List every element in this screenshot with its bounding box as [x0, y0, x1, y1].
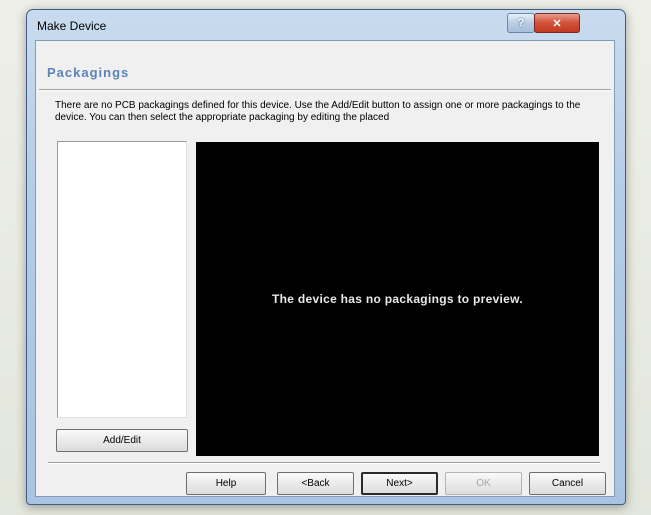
dialog-body: Packagings There are no PCB packagings d… [35, 40, 615, 497]
packaging-list[interactable] [57, 141, 187, 418]
preview-message: The device has no packagings to preview. [272, 292, 523, 306]
next-label: Next> [386, 478, 413, 489]
cancel-button[interactable]: Cancel [529, 472, 606, 495]
help-glyph: ? [517, 17, 525, 29]
help-button[interactable]: Help [186, 472, 266, 495]
section-title: Packagings [47, 65, 130, 80]
packaging-preview: The device has no packagings to preview. [196, 142, 599, 456]
back-label: <Back [301, 478, 330, 489]
help-icon[interactable]: ? [507, 13, 535, 33]
add-edit-label: Add/Edit [103, 435, 141, 446]
footer-divider [48, 462, 600, 464]
add-edit-button[interactable]: Add/Edit [56, 429, 188, 452]
close-glyph: ✕ [552, 17, 562, 30]
back-button[interactable]: <Back [277, 472, 354, 495]
next-button[interactable]: Next> [361, 472, 438, 495]
ok-label: OK [476, 478, 491, 489]
ok-button: OK [445, 472, 522, 495]
help-label: Help [215, 478, 237, 489]
cancel-label: Cancel [551, 478, 584, 489]
description-text: There are no PCB packagings defined for … [55, 100, 581, 123]
header-divider [39, 89, 611, 91]
make-device-dialog: Make Device ? ✕ Packagings There are no … [26, 9, 626, 505]
title-bar[interactable]: Make Device ? ✕ [27, 10, 625, 42]
close-icon[interactable]: ✕ [534, 13, 580, 33]
window-title: Make Device [37, 19, 107, 33]
